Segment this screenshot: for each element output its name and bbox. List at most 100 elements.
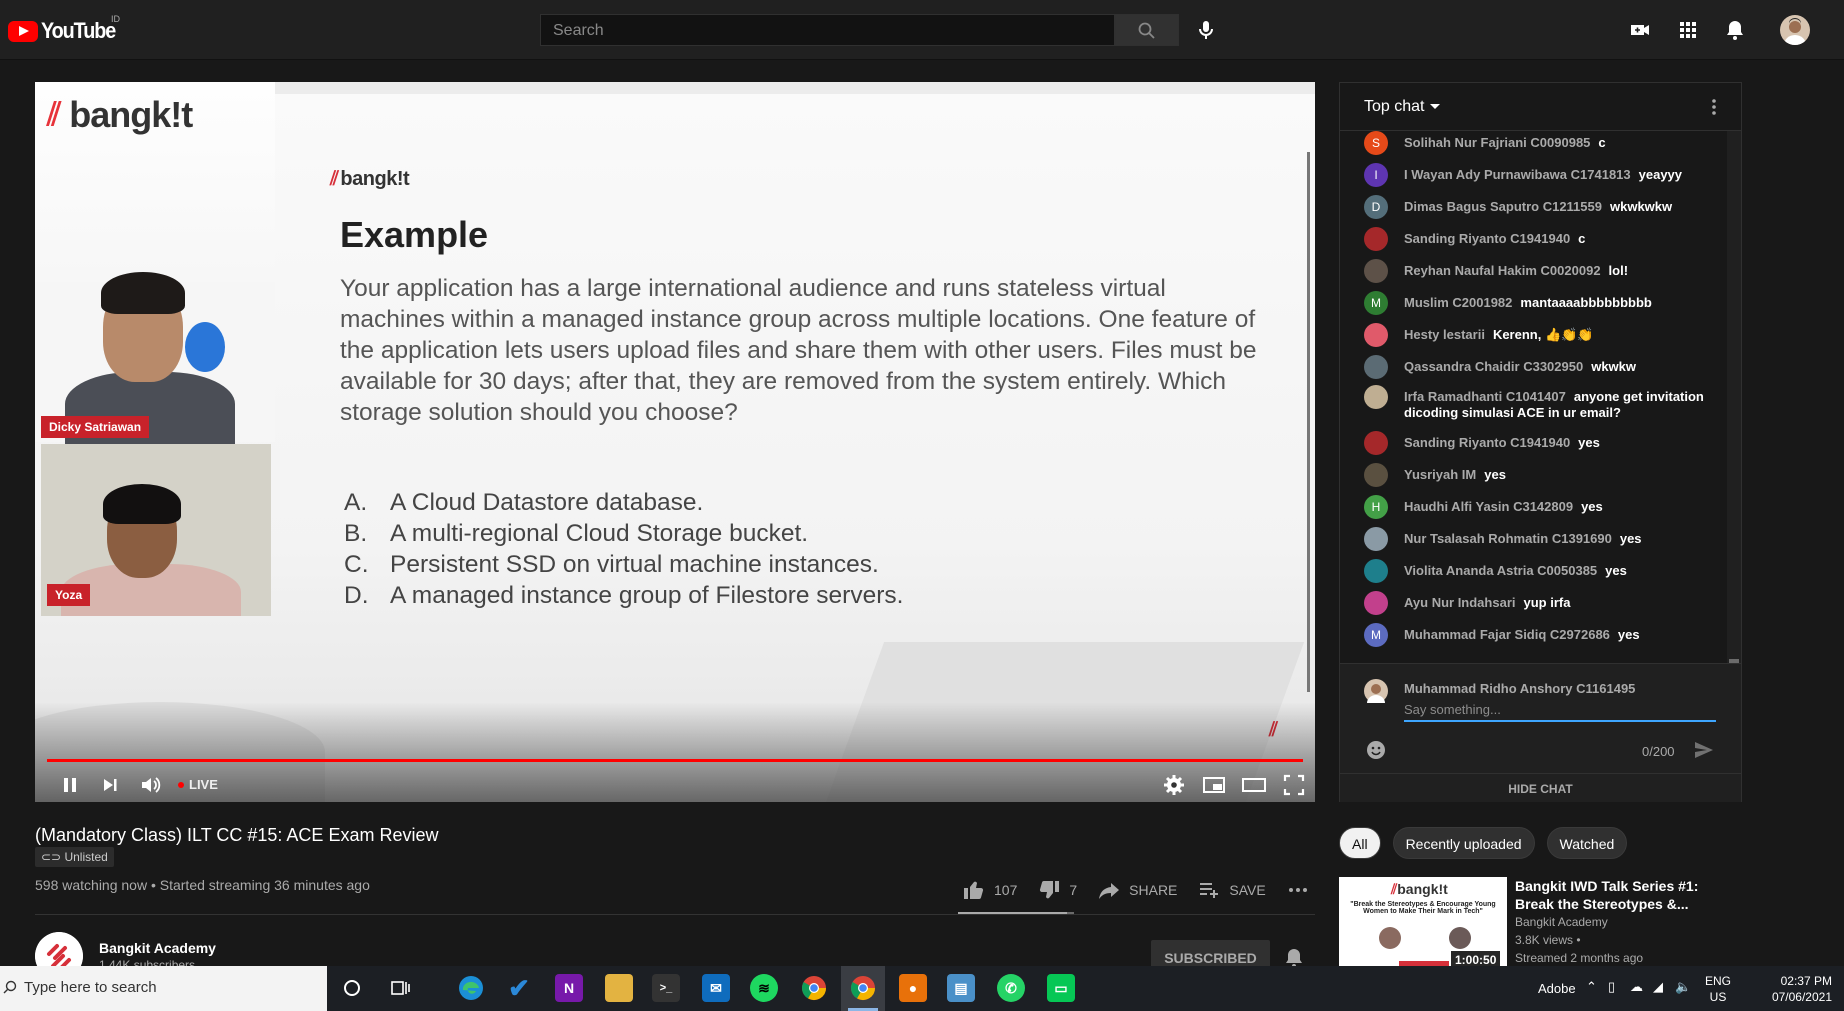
chat-message[interactable]: Ayu Nur Indahsari yup irfa [1364, 591, 1714, 615]
spotify-icon[interactable]: ≋ [750, 974, 778, 1002]
create-video-icon[interactable] [1628, 18, 1652, 42]
visibility-label: Unlisted [64, 850, 108, 864]
share-button[interactable]: SHARE [1097, 878, 1177, 902]
option-text: A multi-regional Cloud Storage bucket. [390, 520, 809, 547]
chat-message-input[interactable]: Say something... [1404, 700, 1716, 722]
video-player[interactable]: ⫽ bangk!t Dicky Satriawan Yoza ⫽ bangk!t … [35, 82, 1315, 802]
chat-author-name: Irfa Ramadhanti C1041407 [1404, 389, 1566, 404]
file-explorer-icon[interactable] [605, 974, 633, 1002]
show-hidden-icons-chevron[interactable]: ⌃ [1586, 979, 1597, 995]
hide-chat-button[interactable]: HIDE CHAT [1340, 773, 1741, 802]
chat-message[interactable]: S Solihah Nur Fajriani C0090985 c [1364, 131, 1714, 155]
chat-message[interactable]: Violita Ananda Astria C0050385 yes [1364, 559, 1714, 583]
pause-icon[interactable] [57, 772, 83, 798]
chip-watched[interactable]: Watched [1546, 827, 1628, 859]
channel-name[interactable]: Bangkit Academy [99, 940, 216, 956]
account-avatar[interactable] [1780, 15, 1810, 45]
chat-author-avatar: S [1364, 131, 1388, 155]
todo-icon[interactable]: ✔ [505, 974, 533, 1002]
chat-message[interactable]: H Haudhi Alfi Yasin C3142809 yes [1364, 495, 1714, 519]
youtube-logo[interactable]: YouTube ID [8, 14, 123, 44]
tray-adobe[interactable]: Adobe [1538, 981, 1576, 996]
character-counter: 0/200 [1642, 744, 1675, 759]
cortana-icon[interactable] [337, 973, 367, 1003]
thumbnail-headline: "Break the Stereotypes & Encourage Young… [1350, 901, 1496, 915]
more-actions-icon[interactable] [1286, 878, 1310, 902]
chip-all[interactable]: All [1339, 827, 1381, 859]
chat-message[interactable]: M Muslim C2001982 mantaaaabbbbbbbbb [1364, 291, 1714, 315]
chat-author-avatar [1364, 385, 1388, 409]
apps-grid-icon[interactable] [1676, 18, 1700, 42]
volume-tray-icon[interactable]: 🔈 [1675, 979, 1691, 995]
chat-author-avatar: D [1364, 195, 1388, 219]
chat-message[interactable]: Qassandra Chaidir C3302950 wkwkw [1364, 355, 1714, 379]
chat-more-icon[interactable] [1704, 97, 1724, 117]
chat-message[interactable]: Reyhan Naufal Hakim C0020092 lol! [1364, 259, 1714, 283]
live-label[interactable]: LIVE [189, 777, 218, 792]
chat-message[interactable]: Hesty lestarii Kerenn, 👍👏👏 [1364, 323, 1714, 347]
clock-time: 02:37 PM [1780, 974, 1832, 988]
device-icon[interactable]: ▯ [1608, 979, 1615, 995]
slide-logo-text: bangk!t [340, 168, 410, 190]
chat-message[interactable]: M Muhammad Fajar Sidiq C2972686 yes [1364, 623, 1714, 647]
send-icon[interactable] [1692, 738, 1716, 762]
speaker-camera-2: Yoza [41, 444, 271, 616]
search-button[interactable] [1115, 14, 1179, 46]
fullscreen-icon[interactable] [1281, 772, 1307, 798]
onedrive-cloud-icon[interactable]: ☁ [1630, 979, 1643, 995]
top-chat-dropdown[interactable]: Top chat [1364, 98, 1441, 116]
terminal-icon[interactable]: >_ [652, 974, 680, 1002]
taskbar-search-placeholder: Type here to search [24, 979, 157, 996]
line-icon[interactable]: ▭ [1047, 974, 1075, 1002]
emoji-icon[interactable] [1364, 738, 1388, 762]
task-view-icon[interactable] [385, 973, 415, 1003]
chat-message-body: Dimas Bagus Saputro C1211559 wkwkwkw [1404, 195, 1672, 215]
dislike-button[interactable]: 7 [1037, 878, 1077, 902]
notifications-bell-icon[interactable] [1723, 18, 1747, 42]
chat-message[interactable]: Sanding Riyanto C1941940 c [1364, 227, 1714, 251]
miniplayer-icon[interactable] [1201, 772, 1227, 798]
chat-author-avatar [1364, 259, 1388, 283]
document-app-icon[interactable]: ▤ [947, 974, 975, 1002]
taskbar-search[interactable]: Type here to search [0, 966, 327, 1011]
video-actions: 107 7 SHARE SAVE [962, 876, 1310, 904]
chat-message[interactable]: Irfa Ramadhanti C1041407 anyone get invit… [1364, 385, 1714, 421]
chat-message[interactable]: Sanding Riyanto C1941940 yes [1364, 431, 1714, 455]
clock[interactable]: 02:37 PM 07/06/2021 [1752, 973, 1832, 1005]
theater-mode-icon[interactable] [1241, 772, 1267, 798]
chat-message-list[interactable]: S Solihah Nur Fajriani C0090985 c I I Wayan … [1340, 131, 1741, 745]
top-header: YouTube ID Search [0, 0, 1844, 60]
mail-icon[interactable]: ✉ [702, 974, 730, 1002]
wifi-icon[interactable]: ◢ [1653, 979, 1663, 995]
chat-message[interactable]: Yusriyah IM yes [1364, 463, 1714, 487]
language-indicator[interactable]: ENG US [1705, 973, 1731, 1005]
microphone-icon[interactable] [1194, 18, 1218, 42]
volume-icon[interactable] [137, 772, 163, 798]
settings-gear-icon[interactable] [1161, 772, 1187, 798]
recommended-channel[interactable]: Bangkit Academy [1515, 915, 1608, 929]
chip-recently-uploaded[interactable]: Recently uploaded [1392, 827, 1535, 859]
onenote-icon[interactable]: N [555, 974, 583, 1002]
chat-message[interactable]: D Dimas Bagus Saputro C1211559 wkwkwkw [1364, 195, 1714, 219]
edge-icon[interactable] [457, 974, 485, 1002]
chat-message[interactable]: Nur Tsalasah Rohmatin C1391690 yes [1364, 527, 1714, 551]
chat-message[interactable]: I I Wayan Ady Purnawibawa C1741813 yeayyy [1364, 163, 1714, 187]
country-code: ID [111, 14, 120, 24]
chrome-profile-icon[interactable] [849, 974, 877, 1002]
save-button[interactable]: SAVE [1197, 878, 1266, 902]
option-letter: D. [344, 582, 369, 609]
like-button[interactable]: 107 [962, 878, 1017, 902]
whatsapp-icon[interactable]: ✆ [997, 974, 1025, 1002]
search-input[interactable]: Search [540, 14, 1115, 46]
next-icon[interactable] [97, 772, 123, 798]
chat-author-name: Yusriyah IM [1404, 467, 1477, 482]
chrome-icon[interactable] [800, 974, 828, 1002]
chat-scrollbar[interactable] [1727, 131, 1741, 745]
progress-bar[interactable] [47, 759, 1303, 762]
chat-message-body: Violita Ananda Astria C0050385 yes [1404, 559, 1627, 579]
chrome-app-icon[interactable]: ● [899, 974, 927, 1002]
chat-author-name: I Wayan Ady Purnawibawa C1741813 [1404, 167, 1631, 182]
recommended-video-title[interactable]: Bangkit IWD Talk Series #1: Break the St… [1515, 877, 1715, 913]
dislike-count: 7 [1069, 882, 1078, 898]
top-chat-label: Top chat [1364, 98, 1425, 115]
